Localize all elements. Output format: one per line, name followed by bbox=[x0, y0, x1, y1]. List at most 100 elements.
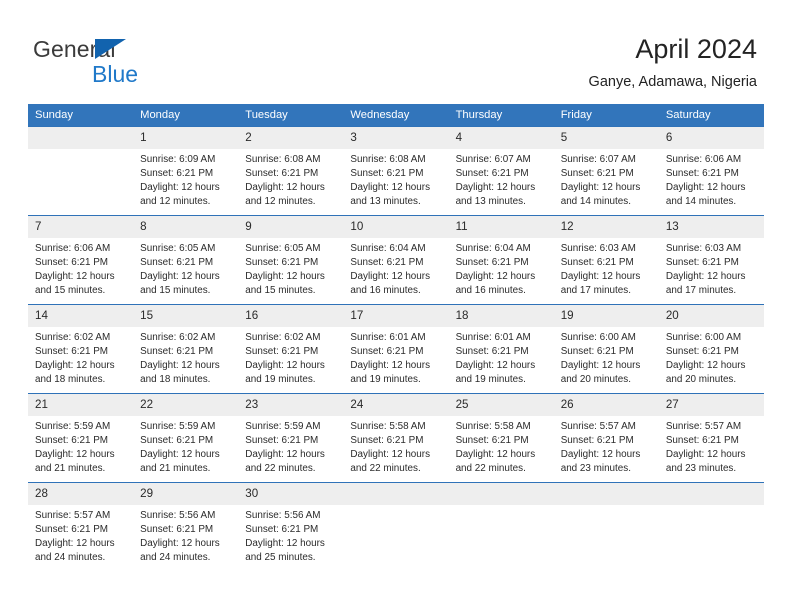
calendar-day-cell[interactable]: 2 Sunrise: 6:08 AM Sunset: 6:21 PM Daylight… bbox=[238, 126, 344, 216]
day-details: Sunrise: 5:58 AM Sunset: 6:21 PM Daylight:… bbox=[343, 416, 448, 476]
calendar-day-cell[interactable]: 3 Sunrise: 6:08 AM Sunset: 6:21 PM Daylight… bbox=[343, 126, 449, 216]
day-details: Sunrise: 6:08 AM Sunset: 6:21 PM Daylight:… bbox=[238, 149, 343, 209]
daylight-text-line1: Daylight: 12 hours bbox=[455, 449, 536, 461]
daylight-text-line1: Daylight: 12 hours bbox=[245, 360, 325, 372]
daylight-text-line2: and 18 minutes. bbox=[35, 374, 106, 386]
day-number bbox=[448, 483, 554, 505]
daylight-text-line1: Daylight: 12 hours bbox=[245, 449, 325, 461]
calendar-day-cell[interactable]: 21 Sunrise: 5:59 AM Sunset: 6:21 PM Dayligh… bbox=[28, 393, 134, 483]
weekday-header-monday: Monday bbox=[133, 104, 239, 127]
calendar-page: General Blue April 2024 Ganye, Adamawa, … bbox=[0, 0, 792, 612]
calendar-day-cell[interactable]: 11 Sunrise: 6:04 AM Sunset: 6:21 PM Dayligh… bbox=[448, 215, 554, 305]
day-number: 2 bbox=[238, 127, 344, 149]
general-blue-logo[interactable]: General Blue bbox=[33, 36, 233, 87]
calendar-day-cell[interactable]: 26 Sunrise: 5:57 AM Sunset: 6:21 PM Dayligh… bbox=[553, 393, 659, 483]
calendar-day-cell[interactable]: 22 Sunrise: 5:59 AM Sunset: 6:21 PM Dayligh… bbox=[133, 393, 239, 483]
sunset-text: Sunset: 6:21 PM bbox=[665, 435, 739, 447]
daylight-text-line2: and 13 minutes. bbox=[350, 196, 421, 208]
calendar-day-cell[interactable]: 20 Sunrise: 6:00 AM Sunset: 6:21 PM Dayligh… bbox=[658, 304, 764, 394]
calendar-day-cell[interactable]: 7 Sunrise: 6:06 AM Sunset: 6:21 PM Daylight… bbox=[28, 215, 134, 305]
calendar-day-cell[interactable]: 4 Sunrise: 6:07 AM Sunset: 6:21 PM Daylight… bbox=[448, 126, 554, 216]
calendar-day-cell[interactable]: 24 Sunrise: 5:58 AM Sunset: 6:21 PM Dayligh… bbox=[343, 393, 449, 483]
daylight-text-line1: Daylight: 12 hours bbox=[560, 182, 641, 194]
daylight-text-line2: and 15 minutes. bbox=[245, 285, 316, 297]
calendar-day-cell[interactable]: 18 Sunrise: 6:01 AM Sunset: 6:21 PM Dayligh… bbox=[448, 304, 554, 394]
calendar-day-cell[interactable]: 1 Sunrise: 6:09 AM Sunset: 6:21 PM Daylight… bbox=[133, 126, 239, 216]
daylight-text-line2: and 19 minutes. bbox=[350, 374, 421, 386]
sunset-text: Sunset: 6:21 PM bbox=[560, 257, 634, 269]
daylight-text-line2: and 19 minutes. bbox=[245, 374, 316, 386]
sunset-text: Sunset: 6:21 PM bbox=[560, 168, 634, 180]
logo-text-blue: Blue bbox=[92, 61, 139, 87]
page-header: General Blue April 2024 Ganye, Adamawa, … bbox=[0, 0, 792, 98]
sunset-text: Sunset: 6:21 PM bbox=[140, 524, 214, 536]
daylight-text-line1: Daylight: 12 hours bbox=[140, 271, 220, 283]
sunset-text: Sunset: 6:21 PM bbox=[245, 346, 319, 358]
day-number: 21 bbox=[28, 394, 134, 416]
daylight-text-line2: and 21 minutes. bbox=[35, 463, 106, 475]
day-details: Sunrise: 5:59 AM Sunset: 6:21 PM Daylight:… bbox=[238, 416, 343, 476]
calendar-day-cell[interactable]: 5 Sunrise: 6:07 AM Sunset: 6:21 PM Daylight… bbox=[553, 126, 659, 216]
day-details: Sunrise: 5:57 AM Sunset: 6:21 PM Daylight:… bbox=[28, 505, 133, 565]
daylight-text-line2: and 24 minutes. bbox=[140, 552, 211, 564]
sunrise-text: Sunrise: 6:08 AM bbox=[245, 154, 321, 165]
sunset-text: Sunset: 6:21 PM bbox=[455, 257, 529, 269]
calendar-cell-empty bbox=[28, 126, 134, 216]
day-number: 19 bbox=[553, 305, 659, 327]
calendar-day-cell[interactable]: 6 Sunrise: 6:06 AM Sunset: 6:21 PM Daylight… bbox=[658, 126, 764, 216]
calendar-day-cell[interactable]: 30 Sunrise: 5:56 AM Sunset: 6:21 PM Dayligh… bbox=[238, 482, 344, 572]
day-details: Sunrise: 5:58 AM Sunset: 6:21 PM Daylight:… bbox=[449, 416, 554, 476]
day-details: Sunrise: 6:07 AM Sunset: 6:21 PM Daylight:… bbox=[554, 149, 659, 209]
calendar-day-cell[interactable]: 17 Sunrise: 6:01 AM Sunset: 6:21 PM Dayligh… bbox=[343, 304, 449, 394]
calendar-day-cell[interactable]: 28 Sunrise: 5:57 AM Sunset: 6:21 PM Dayligh… bbox=[28, 482, 134, 572]
daylight-text-line2: and 15 minutes. bbox=[140, 285, 211, 297]
calendar-day-cell[interactable]: 14 Sunrise: 6:02 AM Sunset: 6:21 PM Dayligh… bbox=[28, 304, 134, 394]
calendar-day-cell[interactable]: 13 Sunrise: 6:03 AM Sunset: 6:21 PM Dayligh… bbox=[658, 215, 764, 305]
sunrise-text: Sunrise: 6:08 AM bbox=[350, 154, 426, 165]
day-details: Sunrise: 5:57 AM Sunset: 6:21 PM Daylight:… bbox=[554, 416, 659, 476]
daylight-text-line2: and 25 minutes. bbox=[245, 552, 316, 564]
calendar-day-cell[interactable]: 23 Sunrise: 5:59 AM Sunset: 6:21 PM Dayligh… bbox=[238, 393, 344, 483]
sunset-text: Sunset: 6:21 PM bbox=[245, 168, 319, 180]
page-subtitle: Ganye, Adamawa, Nigeria bbox=[588, 74, 757, 90]
day-number: 25 bbox=[448, 394, 554, 416]
day-details: Sunrise: 5:56 AM Sunset: 6:21 PM Daylight:… bbox=[238, 505, 343, 565]
calendar-day-cell[interactable]: 27 Sunrise: 5:57 AM Sunset: 6:21 PM Dayligh… bbox=[658, 393, 764, 483]
daylight-text-line2: and 13 minutes. bbox=[455, 196, 526, 208]
weekday-header-tuesday: Tuesday bbox=[238, 104, 344, 127]
sunrise-text: Sunrise: 6:02 AM bbox=[245, 332, 321, 343]
sunset-text: Sunset: 6:21 PM bbox=[560, 346, 634, 358]
sunset-text: Sunset: 6:21 PM bbox=[665, 346, 739, 358]
day-details: Sunrise: 6:05 AM Sunset: 6:21 PM Daylight:… bbox=[133, 238, 238, 298]
day-details: Sunrise: 6:01 AM Sunset: 6:21 PM Daylight:… bbox=[449, 327, 554, 387]
sunrise-text: Sunrise: 6:00 AM bbox=[560, 332, 636, 343]
day-details: Sunrise: 6:08 AM Sunset: 6:21 PM Daylight:… bbox=[343, 149, 448, 209]
calendar-day-cell[interactable]: 10 Sunrise: 6:04 AM Sunset: 6:21 PM Dayligh… bbox=[343, 215, 449, 305]
daylight-text-line2: and 20 minutes. bbox=[560, 374, 631, 386]
daylight-text-line2: and 19 minutes. bbox=[455, 374, 526, 386]
sunrise-text: Sunrise: 6:07 AM bbox=[560, 154, 636, 165]
calendar-cell-empty bbox=[553, 482, 659, 572]
calendar-day-cell[interactable]: 12 Sunrise: 6:03 AM Sunset: 6:21 PM Dayligh… bbox=[553, 215, 659, 305]
calendar-day-cell[interactable]: 15 Sunrise: 6:02 AM Sunset: 6:21 PM Dayligh… bbox=[133, 304, 239, 394]
day-number: 11 bbox=[448, 216, 554, 238]
calendar-day-cell[interactable]: 9 Sunrise: 6:05 AM Sunset: 6:21 PM Daylight… bbox=[238, 215, 344, 305]
sunrise-text: Sunrise: 5:57 AM bbox=[665, 421, 742, 432]
calendar-day-cell[interactable]: 19 Sunrise: 6:00 AM Sunset: 6:21 PM Dayligh… bbox=[553, 304, 659, 394]
calendar-day-cell[interactable]: 25 Sunrise: 5:58 AM Sunset: 6:21 PM Dayligh… bbox=[448, 393, 554, 483]
day-details: Sunrise: 6:02 AM Sunset: 6:21 PM Daylight:… bbox=[28, 327, 133, 387]
day-number: 1 bbox=[133, 127, 239, 149]
day-number: 23 bbox=[238, 394, 344, 416]
day-number: 13 bbox=[658, 216, 764, 238]
sunrise-text: Sunrise: 6:04 AM bbox=[455, 243, 531, 254]
sunset-text: Sunset: 6:21 PM bbox=[350, 435, 424, 447]
calendar-day-cell[interactable]: 8 Sunrise: 6:05 AM Sunset: 6:21 PM Daylight… bbox=[133, 215, 239, 305]
calendar-day-cell[interactable]: 29 Sunrise: 5:56 AM Sunset: 6:21 PM Dayligh… bbox=[133, 482, 239, 572]
day-details: Sunrise: 6:00 AM Sunset: 6:21 PM Daylight:… bbox=[659, 327, 764, 387]
sunrise-text: Sunrise: 6:06 AM bbox=[35, 243, 111, 254]
day-number: 17 bbox=[343, 305, 449, 327]
day-details: Sunrise: 6:09 AM Sunset: 6:21 PM Daylight:… bbox=[133, 149, 238, 209]
calendar-week-row: 7 Sunrise: 6:06 AM Sunset: 6:21 PM Daylight… bbox=[28, 215, 764, 305]
calendar-day-cell[interactable]: 16 Sunrise: 6:02 AM Sunset: 6:21 PM Dayligh… bbox=[238, 304, 344, 394]
daylight-text-line1: Daylight: 12 hours bbox=[350, 271, 431, 283]
